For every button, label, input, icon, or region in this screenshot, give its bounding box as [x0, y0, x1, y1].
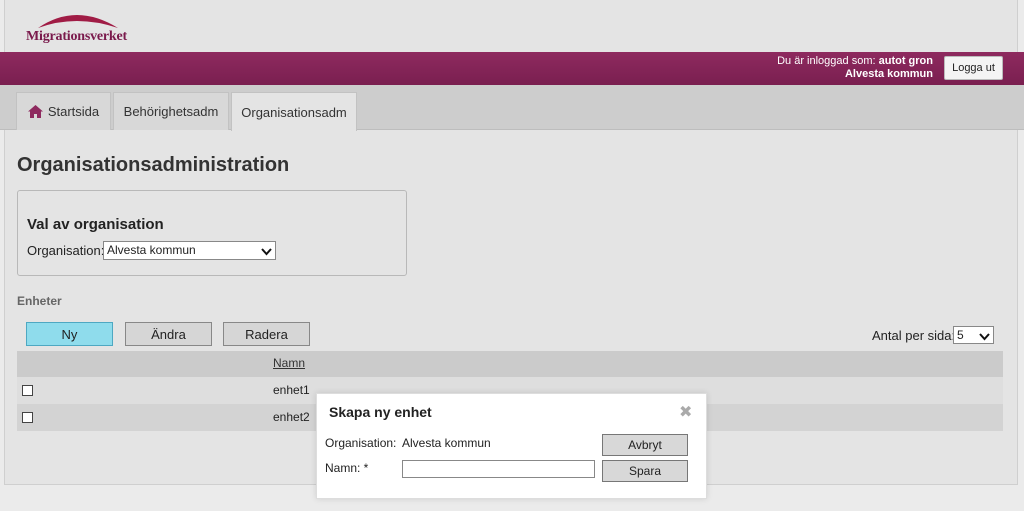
organisation-select[interactable]: Alvesta kommun — [103, 241, 276, 260]
dialog-org-value: Alvesta kommun — [402, 436, 491, 450]
page-title: Organisationsadministration — [17, 154, 290, 176]
organisation-select-value: Alvesta kommun — [107, 243, 196, 257]
column-header-namn[interactable]: Namn — [273, 356, 305, 370]
table-header — [17, 351, 1003, 377]
per-page-value: 5 — [957, 328, 964, 342]
tab-startsida-label: Startsida — [47, 104, 100, 119]
org-label: Organisation: — [27, 243, 105, 258]
dialog-title: Skapa ny enhet — [329, 404, 432, 420]
per-page-label: Antal per sida: — [872, 328, 956, 343]
dialog-org-label: Organisation: — [325, 436, 397, 450]
chevron-down-icon — [979, 330, 990, 346]
save-button[interactable]: Spara — [602, 460, 688, 482]
row-checkbox[interactable] — [22, 385, 33, 396]
migrationsverket-logo[interactable]: Migrationsverket — [24, 8, 134, 48]
unit-name-input[interactable] — [402, 460, 595, 478]
delete-button[interactable]: Radera — [223, 322, 310, 346]
login-info: Du är inloggad som: autot gron Alvesta k… — [777, 55, 933, 81]
org-section-title: Val av organisation — [27, 216, 164, 233]
row-name: enhet2 — [273, 410, 310, 424]
org-selection-panel — [17, 190, 407, 276]
home-icon — [27, 105, 43, 118]
row-checkbox[interactable] — [22, 412, 33, 423]
close-icon[interactable]: ✖ — [679, 402, 692, 422]
cancel-button[interactable]: Avbryt — [602, 434, 688, 456]
logo-text: Migrationsverket — [26, 29, 127, 44]
login-label: Du är inloggad som: — [777, 55, 876, 67]
chevron-down-icon — [261, 245, 272, 262]
row-name: enhet1 — [273, 383, 310, 397]
login-org: Alvesta kommun — [844, 68, 933, 80]
logo-arc-icon — [38, 15, 118, 28]
per-page-select[interactable]: 5 — [953, 326, 994, 344]
units-section-label: Enheter — [17, 294, 62, 308]
edit-button[interactable]: Ändra — [125, 322, 212, 346]
create-unit-dialog: Skapa ny enhet ✖ Organisation: Alvesta k… — [316, 393, 707, 499]
new-button[interactable]: Ny — [26, 322, 113, 346]
login-user: autot gron — [878, 55, 933, 67]
dialog-name-label: Namn: * — [325, 461, 369, 475]
tab-startsida[interactable]: Startsida — [16, 92, 111, 130]
tab-behorighetsadm[interactable]: Behörighetsadm — [113, 92, 229, 130]
tab-organisationsadm[interactable]: Organisationsadm — [231, 92, 357, 131]
logout-button[interactable]: Logga ut — [944, 56, 1003, 80]
